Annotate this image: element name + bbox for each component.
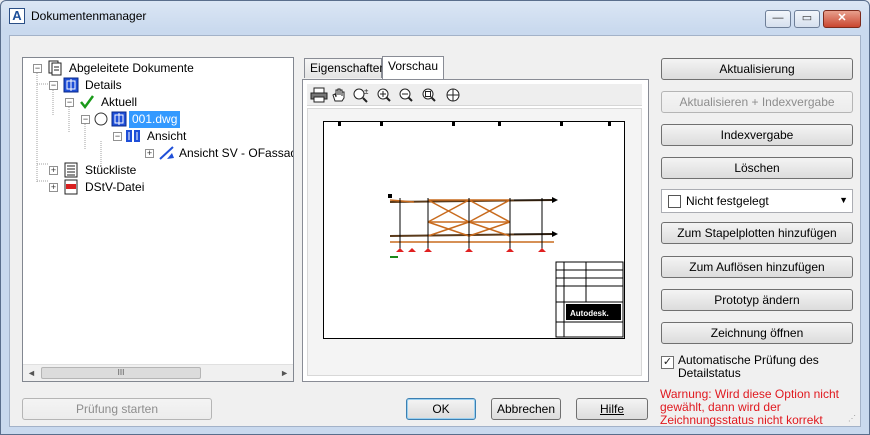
document-manager-window: A Dokumentenmanager — ▭ ✕ − Abgeleitete … (0, 0, 870, 435)
index-button[interactable]: Indexvergabe (661, 124, 853, 146)
status-color-swatch (668, 195, 681, 208)
tree-item-derived-documents[interactable]: − Abgeleitete Dokumente (23, 60, 293, 77)
zoom-in-icon[interactable] (375, 87, 393, 103)
collapse-toggle[interactable]: − (33, 64, 42, 73)
change-prototype-button[interactable]: Prototyp ändern (661, 289, 853, 311)
documents-icon (48, 60, 62, 76)
app-logo-icon: A (9, 8, 25, 24)
maximize-button[interactable]: ▭ (794, 10, 820, 28)
resize-grip-icon[interactable]: ⋰ (848, 414, 856, 423)
help-button[interactable]: Hilfe (576, 398, 648, 420)
start-check-button[interactable]: Prüfung starten (22, 398, 212, 420)
zoom-window-icon[interactable] (420, 87, 438, 103)
collapse-toggle[interactable]: − (113, 132, 122, 141)
tree-item-details[interactable]: − Details (23, 77, 293, 94)
drawing-icon (111, 111, 127, 127)
zoom-realtime-icon[interactable]: ± (352, 87, 370, 103)
pan-icon[interactable] (330, 87, 348, 103)
tree-item-label: 001.dwg (129, 111, 181, 128)
warning-text: Warnung: Wird diese Option nicht gewählt… (660, 387, 839, 427)
update-index-button[interactable]: Aktualisieren + Indexvergabe (661, 91, 853, 113)
drawing-thumbnail: Autodesk. (338, 122, 624, 338)
dropdown-arrow-icon[interactable]: ▼ (839, 195, 848, 205)
tree-item-view-section[interactable]: + Ansicht SV - OFassade O (23, 145, 293, 162)
title-bar[interactable]: A Dokumentenmanager — ▭ ✕ (1, 1, 869, 31)
document-tree[interactable]: − Abgeleitete Dokumente − Details − Aktu… (22, 57, 294, 382)
auto-check-label[interactable]: Automatische Prüfung des Detailstatus (678, 354, 858, 380)
drawing-icon (63, 77, 79, 93)
tree-item-label: Details (85, 78, 122, 92)
tree-item-label: Aktuell (101, 95, 138, 109)
drawing-preview-area[interactable]: Autodesk. (307, 108, 642, 376)
status-dropdown-value: Nicht festgelegt (686, 194, 769, 208)
drawing-sheet: Autodesk. (323, 121, 625, 339)
tree-horizontal-scrollbar[interactable]: ◄ III ► (23, 364, 293, 381)
open-drawing-button[interactable]: Zeichnung öffnen (661, 322, 853, 344)
explode-button[interactable]: Zum Auflösen hinzufügen (661, 256, 853, 278)
scroll-left-icon[interactable]: ◄ (27, 368, 36, 378)
section-view-icon (159, 146, 174, 160)
tab-properties[interactable]: Eigenschaften (304, 58, 386, 78)
titleblock-brand: Autodesk. (570, 309, 609, 318)
batch-plot-button[interactable]: Zum Stapelplotten hinzufügen (661, 222, 853, 244)
dstv-file-icon (64, 179, 78, 195)
scroll-right-icon[interactable]: ► (280, 368, 289, 378)
zoom-out-icon[interactable] (397, 87, 415, 103)
svg-text:±: ± (364, 87, 369, 96)
status-circle-icon (94, 112, 108, 126)
tree-item-view[interactable]: − Ansicht (23, 128, 293, 145)
tree-item-label: Abgeleitete Dokumente (69, 61, 194, 75)
cancel-button[interactable]: Abbrechen (491, 398, 561, 420)
checkmark-icon (80, 95, 95, 110)
tree-item-label: Ansicht SV - OFassade O (179, 146, 293, 160)
update-button[interactable]: Aktualisierung (661, 58, 853, 80)
expand-toggle[interactable]: + (49, 183, 58, 192)
collapse-toggle[interactable]: − (65, 98, 74, 107)
ok-button[interactable]: OK (406, 398, 476, 420)
delete-button[interactable]: Löschen (661, 157, 853, 179)
tab-preview[interactable]: Vorschau (382, 56, 444, 79)
tree-item-label: Ansicht (147, 129, 187, 143)
tree-item-dstv-file[interactable]: + DStV-Datei (23, 179, 293, 196)
status-dropdown[interactable]: Nicht festgelegt ▼ (661, 189, 853, 213)
collapse-toggle[interactable]: − (49, 81, 58, 90)
parts-list-icon (64, 162, 78, 178)
minimize-button[interactable]: — (765, 10, 791, 28)
preview-toolbar: ± (307, 84, 642, 106)
view-icon (126, 130, 140, 142)
tree-item-label: DStV-Datei (85, 180, 145, 194)
tree-item-label: Stückliste (85, 163, 137, 177)
scroll-thumb[interactable]: III (41, 367, 201, 379)
window-title: Dokumentenmanager (31, 9, 147, 23)
preview-panel: ± Autodesk. (302, 79, 649, 382)
tree-item-drawing-file[interactable]: − 001.dwg (23, 111, 293, 128)
expand-toggle[interactable]: + (49, 166, 58, 175)
auto-check-checkbox[interactable]: ✓ (661, 356, 674, 369)
dialog-client-area: − Abgeleitete Dokumente − Details − Aktu… (9, 35, 861, 427)
tree-item-parts-list[interactable]: + Stückliste (23, 162, 293, 179)
print-icon[interactable] (310, 87, 328, 103)
close-button[interactable]: ✕ (823, 10, 861, 28)
collapse-toggle[interactable]: − (81, 115, 90, 124)
tree-item-current[interactable]: − Aktuell (23, 94, 293, 111)
zoom-extents-icon[interactable] (444, 87, 462, 103)
expand-toggle[interactable]: + (145, 149, 154, 158)
